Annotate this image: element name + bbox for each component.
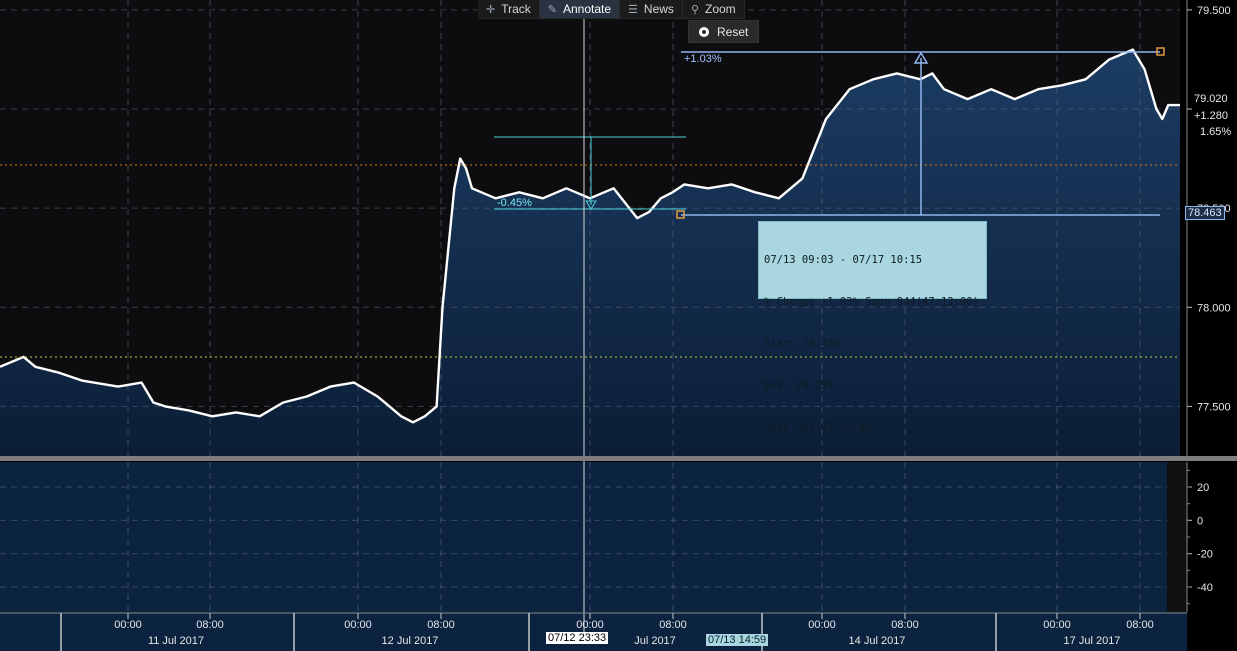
news-icon: ☰ [628,3,638,16]
chart-toolbar: ✛ Track ✎ Annotate ☰ News ⚲ Zoom [478,0,745,19]
x-tick-label-1: 08:00 [196,619,224,631]
x-tick-label-2: 00:00 [344,619,372,631]
x-tick-label-8: 00:00 [1043,619,1071,631]
x-tick-label-6: 00:00 [808,619,836,631]
osc-y-tick-label-3: -40 [1197,582,1213,594]
x-tick-label-4: 00:00 [576,619,604,631]
x-day-label-0: 11 Jul 2017 [148,635,204,647]
reset-button[interactable]: Reset [688,20,760,43]
measure-tooltip: 07/13 09:03 - 07/17 10:15 % Change +1.03… [758,221,987,434]
oscillator-scrollbar [1167,462,1187,612]
x-tick-label-7: 08:00 [891,619,919,631]
x-day-label-4: 17 Jul 2017 [1064,635,1121,647]
crosshair-icon: ✛ [486,3,496,16]
radio-icon [699,26,709,37]
tooltip-end: End 79.255 [764,380,834,392]
tooltip-change: % Change +1.03% Span 944(47:12:00) [764,296,979,308]
news-button[interactable]: ☰ News [620,0,683,18]
osc-y-tick-label-1: 0 [1197,515,1203,527]
magnifier-icon: ⚲ [690,3,699,16]
last-change-pct-label: 1.65% [1200,126,1232,138]
x-day-label-1: 12 Jul 2017 [382,635,439,647]
last-change-label: +1.280 [1194,110,1228,122]
osc-y-tick-label-2: -20 [1197,549,1213,561]
news-label: News [643,2,674,16]
last-price-label: 79.020 [1194,93,1228,105]
measure-pct-label: +1.03% [684,53,722,65]
y-tick-label-0: 77.500 [1197,401,1231,413]
x-tick-label-3: 08:00 [427,619,455,631]
x-tick-label-9: 08:00 [1126,619,1154,631]
tooltip-span: Span 944(47:12:00) [764,422,878,434]
pencil-icon: ✎ [547,3,557,16]
track-button[interactable]: ✛ Track [478,0,540,18]
annotate-label: Annotate [563,2,612,16]
marker-price-label: 78.463 [1185,206,1225,220]
reset-label: Reset [717,24,749,39]
cursor-date-label-1: 07/12 23:33 [546,632,609,644]
track-label: Track [501,2,531,16]
osc-y-tick-label-0: 20 [1197,482,1209,494]
small-measure-pct-label: -0.45% [497,197,532,209]
annotate-button[interactable]: ✎ Annotate [539,0,621,18]
x-day-label-3: 14 Jul 2017 [849,635,906,647]
x-tick-label-0: 00:00 [114,619,142,631]
y-tick-label-1: 78.000 [1197,302,1231,314]
tooltip-start: Start 78.450 [764,338,840,350]
tooltip-range: 07/13 09:03 - 07/17 10:15 [764,254,923,266]
price-chart[interactable]: 77.50078.00078.50079.500200-20-4000:0008… [0,0,1237,651]
zoom-label: Zoom [705,2,736,16]
x-day-label-2: Jul 2017 [634,635,676,647]
cursor-date-label-2: 07/13 14:59 [706,634,769,646]
zoom-button[interactable]: ⚲ Zoom [682,0,745,18]
x-tick-label-5: 08:00 [659,619,687,631]
y-tick-label-4: 79.500 [1197,5,1231,17]
pane-separator [0,456,1237,461]
